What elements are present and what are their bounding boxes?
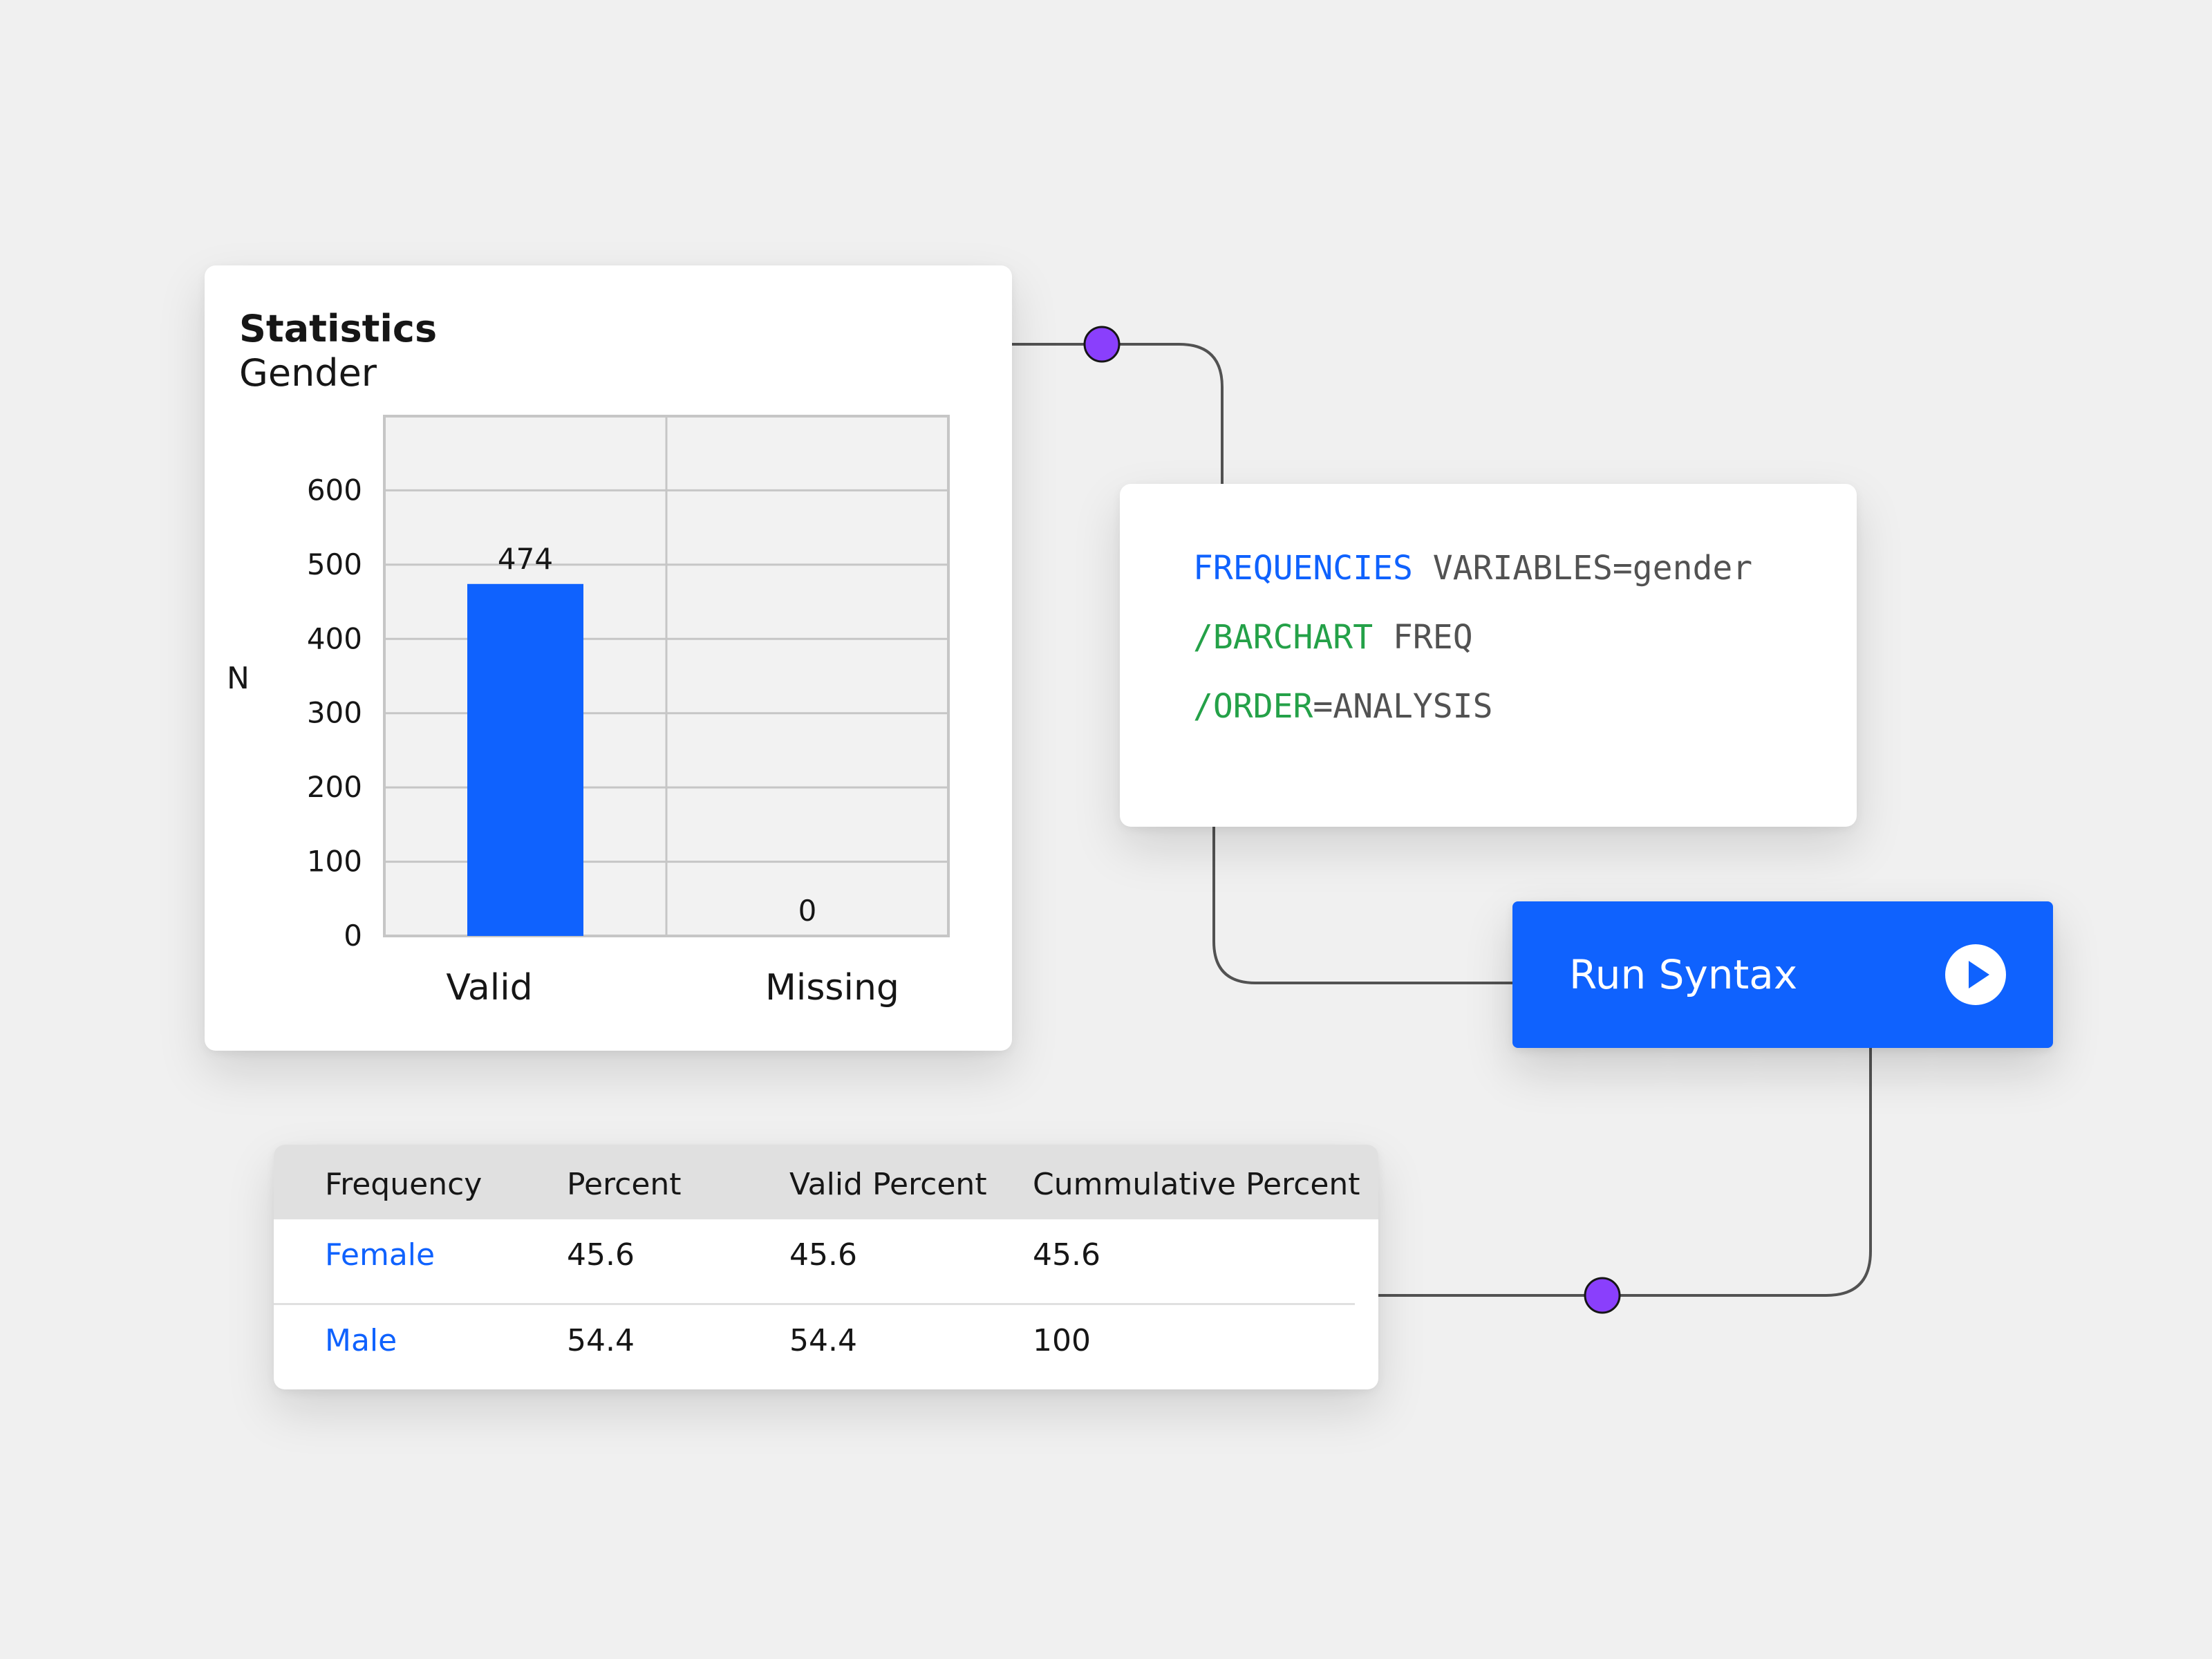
run-syntax-button[interactable]: Run Syntax <box>1512 901 2053 1048</box>
cell-percent: 45.6 <box>567 1237 635 1273</box>
row-label-female[interactable]: Female <box>325 1237 435 1273</box>
cell-valid-percent: 54.4 <box>789 1323 857 1358</box>
x-category-label: Missing <box>765 967 899 1009</box>
statistics-card: Statistics Gender 0 100 200 300 400 500 600 Va… <box>205 265 1012 1051</box>
table-row: Female 45.6 45.6 45.6 <box>274 1219 1378 1305</box>
syntax-line-order: /ORDER=ANALYSIS <box>1193 687 1492 726</box>
cell-cumulative-percent: 45.6 <box>1033 1237 1100 1273</box>
syntax-args: FREQ <box>1373 618 1473 657</box>
syntax-line-frequencies: FREQUENCIES VARIABLES=gender <box>1193 549 1752 588</box>
y-tick-label: 100 <box>307 845 362 879</box>
bar-valid <box>467 583 583 936</box>
column-header-frequency: Frequency <box>325 1167 482 1202</box>
syntax-subcommand: /ORDER <box>1193 687 1313 726</box>
y-tick-label: 600 <box>307 473 362 507</box>
y-tick-label: 300 <box>307 696 362 730</box>
syntax-line-barchart: /BARCHART FREQ <box>1193 618 1473 657</box>
connector-run-to-table <box>1378 1048 1872 1297</box>
row-label-male[interactable]: Male <box>325 1323 397 1358</box>
y-tick-label: 0 <box>344 919 362 953</box>
column-header-valid-percent: Valid Percent <box>789 1167 987 1202</box>
x-category-label: Valid <box>446 967 532 1009</box>
syntax-keyword: FREQUENCIES <box>1193 549 1413 588</box>
y-tick-label: 200 <box>307 770 362 804</box>
column-header-percent: Percent <box>567 1167 682 1202</box>
column-header-cumulative-percent: Cummulative Percent <box>1033 1167 1360 1202</box>
y-axis-label: N <box>227 661 250 696</box>
cell-valid-percent: 45.6 <box>789 1237 857 1273</box>
table-header: Frequency Percent Valid Percent Cummulat… <box>274 1145 1378 1219</box>
bar-chart: 0 100 200 300 400 500 600 Valid Missing 474 0 N <box>227 415 950 1009</box>
data-label: 0 <box>798 894 817 928</box>
cell-percent: 54.4 <box>567 1323 635 1358</box>
syntax-args: VARIABLES=gender <box>1412 549 1753 588</box>
data-label: 474 <box>498 542 553 576</box>
connector-node-top <box>1083 326 1121 363</box>
syntax-editor-card: FREQUENCIES VARIABLES=gender /BARCHART F… <box>1120 484 1857 827</box>
syntax-args: =ANALYSIS <box>1313 687 1493 726</box>
syntax-subcommand: /BARCHART <box>1193 618 1374 657</box>
y-tick-label: 400 <box>307 621 362 655</box>
table-row: Male 54.4 54.4 100 <box>274 1305 1378 1389</box>
frequency-table: Frequency Percent Valid Percent Cummulat… <box>274 1145 1378 1389</box>
connector-node-bottom <box>1584 1277 1621 1314</box>
connector-chart-to-syntax <box>1012 343 1224 484</box>
y-tick-label: 500 <box>307 547 362 581</box>
play-icon <box>1945 944 2006 1005</box>
cell-cumulative-percent: 100 <box>1033 1323 1091 1358</box>
connector-syntax-to-run <box>1212 827 1512 984</box>
run-syntax-label: Run Syntax <box>1569 951 1798 998</box>
